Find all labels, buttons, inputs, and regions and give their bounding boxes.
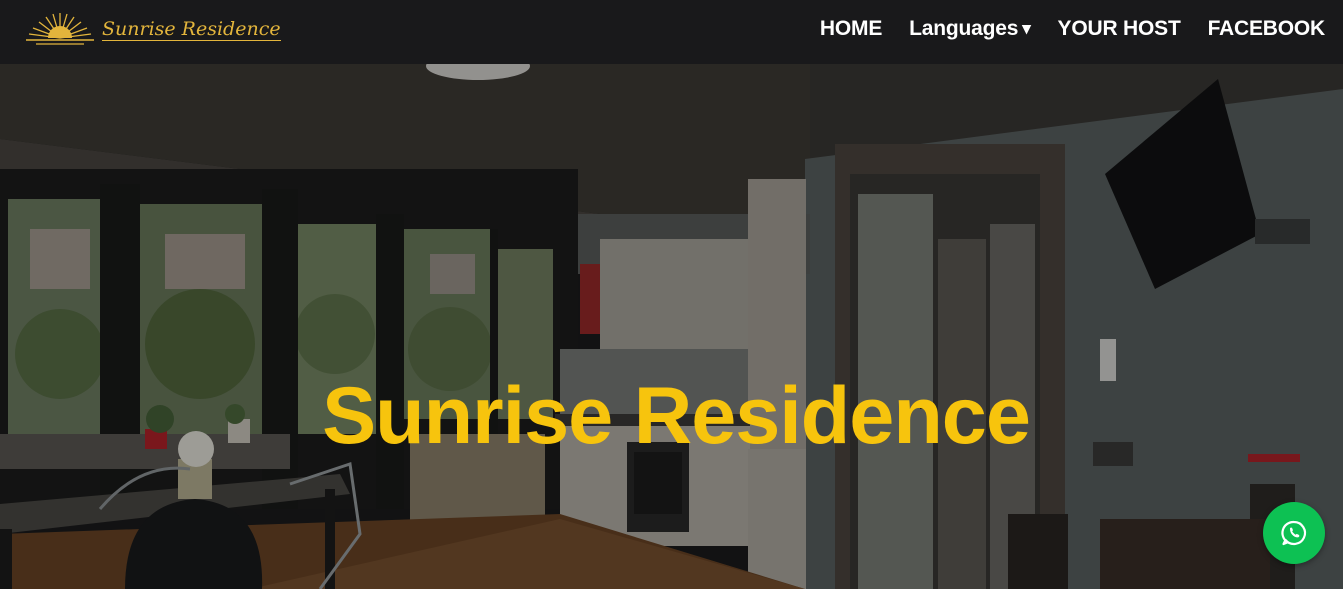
logo-text: Sunrise Residence <box>102 17 281 42</box>
site-logo[interactable]: Sunrise Residence <box>24 8 281 52</box>
hero-section: Sunrise Residence <box>0 64 1343 589</box>
nav-languages-label: Languages <box>909 17 1019 40</box>
whatsapp-icon <box>1281 520 1307 546</box>
nav-facebook[interactable]: FACEBOOK <box>1208 17 1326 41</box>
hero-title: Sunrise Residence <box>322 371 1031 462</box>
sunrise-icon <box>26 13 94 45</box>
top-navigation-bar: Sunrise Residence HOME Languages ▾ YOUR … <box>0 0 1343 64</box>
page: Sunrise Residence HOME Languages ▾ YOUR … <box>0 0 1343 589</box>
nav-languages-dropdown[interactable]: Languages ▾ <box>909 17 1031 41</box>
nav-your-host[interactable]: YOUR HOST <box>1058 17 1181 41</box>
main-nav: HOME Languages ▾ YOUR HOST FACEBOOK <box>793 0 1325 58</box>
chevron-down-icon: ▾ <box>1022 19 1031 38</box>
nav-home[interactable]: HOME <box>820 17 882 41</box>
apartment-interior-photo <box>0 64 1343 589</box>
whatsapp-chat-button[interactable] <box>1263 502 1325 564</box>
